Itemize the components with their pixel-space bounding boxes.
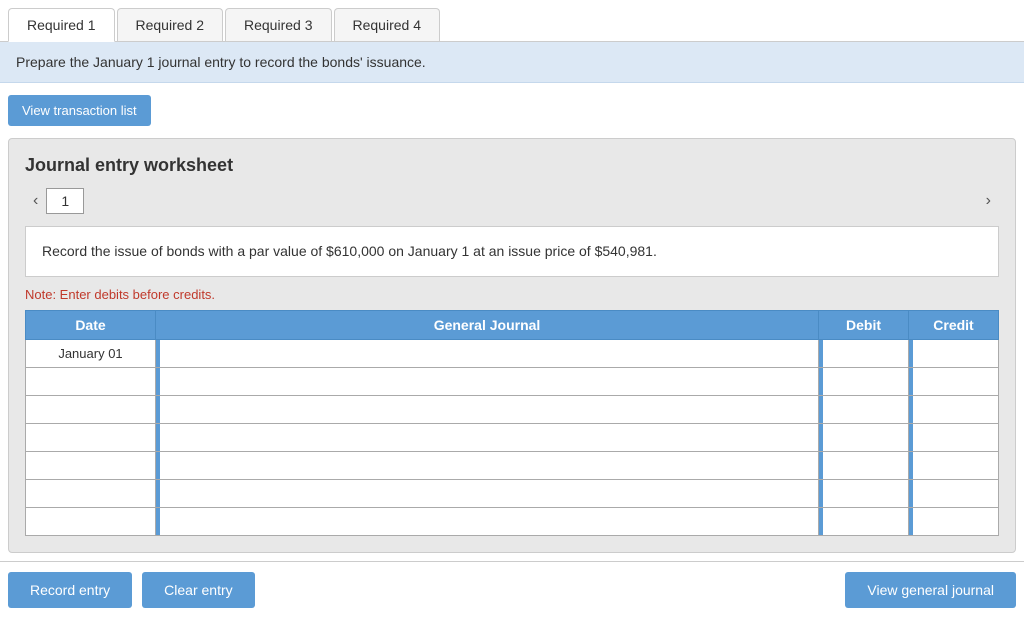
credit-cell	[909, 452, 999, 480]
tab-required-3[interactable]: Required 3	[225, 8, 332, 41]
credit-cell	[909, 424, 999, 452]
general-journal-input[interactable]	[156, 340, 818, 367]
buttons-row: Record entry Clear entry View general jo…	[0, 561, 1024, 618]
general-journal-cell	[156, 396, 819, 424]
tab-required-4[interactable]: Required 4	[334, 8, 441, 41]
header-debit: Debit	[819, 311, 909, 340]
view-general-journal-button[interactable]: View general journal	[845, 572, 1016, 608]
debit-input[interactable]	[819, 396, 908, 423]
tab-required-1[interactable]: Required 1	[8, 8, 115, 42]
credit-input[interactable]	[909, 508, 998, 535]
credit-cell	[909, 368, 999, 396]
tabs-container: Required 1 Required 2 Required 3 Require…	[0, 0, 1024, 42]
debit-cell	[819, 396, 909, 424]
general-journal-input[interactable]	[156, 452, 818, 479]
general-journal-input[interactable]	[156, 508, 818, 535]
debit-cell	[819, 508, 909, 536]
page-number: 1	[46, 188, 84, 214]
credit-input[interactable]	[909, 368, 998, 395]
table-row: January 01	[26, 340, 999, 368]
credit-input[interactable]	[909, 480, 998, 507]
table-row	[26, 396, 999, 424]
general-journal-cell	[156, 424, 819, 452]
description-text: Record the issue of bonds with a par val…	[42, 243, 657, 259]
credit-cell	[909, 340, 999, 368]
credit-cell	[909, 508, 999, 536]
info-banner: Prepare the January 1 journal entry to r…	[0, 42, 1024, 83]
debit-cell	[819, 368, 909, 396]
date-cell: January 01	[26, 340, 156, 368]
table-row	[26, 424, 999, 452]
debit-cell	[819, 340, 909, 368]
header-general-journal: General Journal	[156, 311, 819, 340]
table-row	[26, 368, 999, 396]
date-cell	[26, 396, 156, 424]
debit-input[interactable]	[819, 480, 908, 507]
date-cell	[26, 452, 156, 480]
table-row	[26, 508, 999, 536]
worksheet-container: Journal entry worksheet ‹ 1 › Record the…	[8, 138, 1016, 553]
view-transaction-button[interactable]: View transaction list	[8, 95, 151, 126]
date-cell	[26, 480, 156, 508]
debit-input[interactable]	[819, 368, 908, 395]
debit-input[interactable]	[819, 340, 908, 367]
credit-input[interactable]	[909, 396, 998, 423]
general-journal-cell	[156, 452, 819, 480]
date-cell	[26, 508, 156, 536]
debit-cell	[819, 424, 909, 452]
general-journal-input[interactable]	[156, 424, 818, 451]
journal-table: Date General Journal Debit Credit Januar…	[25, 310, 999, 536]
date-cell	[26, 424, 156, 452]
general-journal-cell	[156, 480, 819, 508]
debit-cell	[819, 480, 909, 508]
next-page-button[interactable]: ›	[978, 188, 999, 214]
general-journal-cell	[156, 508, 819, 536]
worksheet-title: Journal entry worksheet	[25, 155, 999, 176]
note-text: Note: Enter debits before credits.	[25, 287, 999, 302]
general-journal-input[interactable]	[156, 368, 818, 395]
debit-input[interactable]	[819, 508, 908, 535]
header-date: Date	[26, 311, 156, 340]
debit-input[interactable]	[819, 424, 908, 451]
record-entry-button[interactable]: Record entry	[8, 572, 132, 608]
prev-page-button[interactable]: ‹	[25, 188, 46, 214]
general-journal-input[interactable]	[156, 396, 818, 423]
debit-input[interactable]	[819, 452, 908, 479]
page-nav: ‹ 1 ›	[25, 188, 999, 214]
info-banner-text: Prepare the January 1 journal entry to r…	[16, 54, 426, 70]
header-credit: Credit	[909, 311, 999, 340]
credit-cell	[909, 396, 999, 424]
debit-cell	[819, 452, 909, 480]
general-journal-cell	[156, 368, 819, 396]
date-cell	[26, 368, 156, 396]
credit-cell	[909, 480, 999, 508]
table-row	[26, 480, 999, 508]
tab-required-2[interactable]: Required 2	[117, 8, 224, 41]
credit-input[interactable]	[909, 424, 998, 451]
general-journal-cell	[156, 340, 819, 368]
table-row	[26, 452, 999, 480]
description-box: Record the issue of bonds with a par val…	[25, 226, 999, 277]
credit-input[interactable]	[909, 340, 998, 367]
general-journal-input[interactable]	[156, 480, 818, 507]
clear-entry-button[interactable]: Clear entry	[142, 572, 254, 608]
credit-input[interactable]	[909, 452, 998, 479]
